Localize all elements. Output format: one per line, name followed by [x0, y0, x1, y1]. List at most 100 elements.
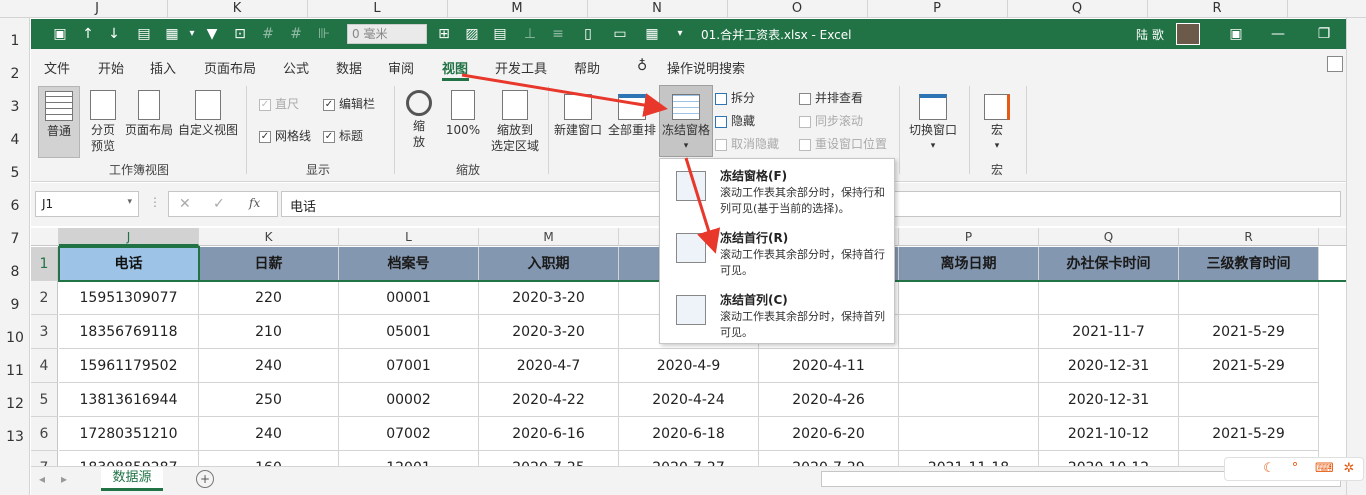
- form-icon[interactable]: ▤: [135, 25, 153, 43]
- paste-icon[interactable]: ▤: [491, 25, 509, 43]
- keyboard-icon[interactable]: ⌨: [1315, 461, 1334, 477]
- restore-icon[interactable]: ❐: [1315, 25, 1333, 43]
- zoom-input[interactable]: 0 毫米: [347, 24, 427, 44]
- page-icon[interactable]: ▯: [579, 25, 597, 43]
- menu-view[interactable]: 视图: [442, 58, 468, 77]
- menu-developer[interactable]: 开发工具: [495, 58, 547, 77]
- table-cell[interactable]: 2020-7-29: [759, 451, 899, 466]
- ribbon-display-icon[interactable]: ▣: [1227, 25, 1245, 43]
- table-cell[interactable]: [899, 383, 1039, 417]
- table-cell[interactable]: 2020-6-18: [619, 417, 759, 451]
- freeze-top-row-option[interactable]: 冻结首行(R) 滚动工作表其余部分时，保持首行可见。: [660, 223, 894, 283]
- table-cell[interactable]: 00002: [339, 383, 479, 417]
- select-icon[interactable]: ⊡: [231, 25, 249, 43]
- add-sheet-icon[interactable]: +: [196, 470, 214, 488]
- enter-icon[interactable]: ✓: [213, 196, 225, 212]
- qat-more-icon[interactable]: ▾: [671, 25, 689, 43]
- row-header[interactable]: 2: [31, 281, 58, 315]
- table-cell[interactable]: 2021-5-29: [1179, 315, 1319, 349]
- outer-scrollbar[interactable]: [1346, 18, 1366, 495]
- column-header-M[interactable]: M: [479, 228, 619, 246]
- table-cell[interactable]: 250: [199, 383, 339, 417]
- page-break-preview-button[interactable]: 分页 预览: [83, 86, 123, 154]
- table-cell[interactable]: 2021-10-12: [1039, 417, 1179, 451]
- table-cell[interactable]: 2020-6-16: [479, 417, 619, 451]
- table-cell[interactable]: [899, 315, 1039, 349]
- table-cell[interactable]: 2020-12-31: [1039, 349, 1179, 383]
- borders-icon[interactable]: ▦: [163, 25, 181, 43]
- scroll-left-icon[interactable]: ◂: [39, 472, 45, 486]
- column-header-K[interactable]: K: [199, 228, 339, 246]
- row-header[interactable]: 1: [31, 247, 58, 281]
- tell-me-search[interactable]: 操作说明搜索: [667, 58, 745, 77]
- page-layout-button[interactable]: 页面布局: [123, 86, 175, 138]
- table-cell[interactable]: 220: [199, 281, 339, 315]
- header-cell[interactable]: 档案号: [339, 247, 479, 281]
- switch-windows-button[interactable]: 切换窗口 ▾: [905, 86, 961, 154]
- header-cell[interactable]: 入职期: [479, 247, 619, 281]
- column-header-J[interactable]: J: [59, 228, 199, 246]
- column-header-R[interactable]: R: [1179, 228, 1319, 246]
- name-box[interactable]: J1 ▾: [35, 191, 139, 217]
- freeze-panes-option[interactable]: 冻结窗格(F) 滚动工作表其余部分时，保持行和列可见(基于当前的选择)。: [660, 161, 894, 221]
- save-icon[interactable]: ▣: [51, 25, 69, 43]
- split-button[interactable]: 拆分: [715, 90, 755, 106]
- menu-page-layout[interactable]: 页面布局: [204, 58, 256, 77]
- menu-formulas[interactable]: 公式: [283, 58, 309, 77]
- table-cell[interactable]: [899, 281, 1039, 315]
- macros-button[interactable]: 宏 ▾: [977, 86, 1017, 154]
- table-cell[interactable]: 160: [199, 451, 339, 466]
- table-cell[interactable]: 07001: [339, 349, 479, 383]
- table-cell[interactable]: 2021-5-29: [1179, 417, 1319, 451]
- column-header-L[interactable]: L: [339, 228, 479, 246]
- share-icon[interactable]: [1327, 56, 1343, 72]
- table-cell[interactable]: 2020-4-11: [759, 349, 899, 383]
- sort-asc-icon[interactable]: ↑: [79, 25, 97, 43]
- table-cell[interactable]: 2020-4-26: [759, 383, 899, 417]
- column-header-Q[interactable]: Q: [1039, 228, 1179, 246]
- scroll-right-icon[interactable]: ▸: [61, 472, 67, 486]
- table-cell[interactable]: [899, 417, 1039, 451]
- column-header-P[interactable]: P: [899, 228, 1039, 246]
- grid-icon[interactable]: ▦: [643, 25, 661, 43]
- select-all-button[interactable]: [31, 228, 59, 246]
- zoom-button[interactable]: 缩 放: [401, 86, 437, 150]
- new-window-button[interactable]: 新建窗口: [551, 86, 605, 138]
- settings-icon[interactable]: ✲: [1341, 461, 1357, 477]
- header-cell[interactable]: 办社保卡时间: [1039, 247, 1179, 281]
- table-cell[interactable]: 2020-4-9: [619, 349, 759, 383]
- table-cell[interactable]: 00001: [339, 281, 479, 315]
- table-cell[interactable]: 2020-4-24: [619, 383, 759, 417]
- table-cell[interactable]: 2020-7-27: [619, 451, 759, 466]
- row-header[interactable]: 6: [31, 417, 58, 451]
- table-cell[interactable]: 13813616944: [59, 383, 199, 417]
- table-cell[interactable]: 18356769118: [59, 315, 199, 349]
- user-name[interactable]: 陆 歌: [1136, 26, 1164, 43]
- row-header[interactable]: 4: [31, 349, 58, 383]
- zoom-100-button[interactable]: 100%: [443, 86, 483, 138]
- table-cell[interactable]: 15961179502: [59, 349, 199, 383]
- headings-checkbox[interactable]: ✓ 标题: [323, 128, 363, 144]
- freeze-panes-button[interactable]: 冻结窗格 ▾: [659, 85, 713, 157]
- table-cell[interactable]: 2021-5-29: [1179, 349, 1319, 383]
- view-side-by-side-button[interactable]: 并排查看: [799, 90, 863, 106]
- table-cell[interactable]: 12001: [339, 451, 479, 466]
- filter-icon[interactable]: ▼: [203, 25, 221, 43]
- custom-views-button[interactable]: 自定义视图: [177, 86, 239, 138]
- table-cell[interactable]: [1039, 281, 1179, 315]
- table-cell[interactable]: 17280351210: [59, 417, 199, 451]
- table-cell[interactable]: 2020-10-12: [1039, 451, 1179, 466]
- picture-icon[interactable]: ▨: [463, 25, 481, 43]
- row-header[interactable]: 3: [31, 315, 58, 349]
- freeze-icon[interactable]: ⊞: [435, 25, 453, 43]
- formula-bar-checkbox[interactable]: ✓ 编辑栏: [323, 96, 375, 112]
- table-cell[interactable]: [1179, 281, 1319, 315]
- menu-insert[interactable]: 插入: [150, 58, 176, 77]
- table-cell[interactable]: 2021-11-18: [899, 451, 1039, 466]
- minimize-icon[interactable]: —: [1269, 25, 1287, 43]
- table-cell[interactable]: [899, 349, 1039, 383]
- arrange-all-button[interactable]: 全部重排: [605, 86, 659, 138]
- table-cell[interactable]: 240: [199, 349, 339, 383]
- moon-icon[interactable]: ☾: [1261, 461, 1277, 477]
- table-cell[interactable]: 2020-6-20: [759, 417, 899, 451]
